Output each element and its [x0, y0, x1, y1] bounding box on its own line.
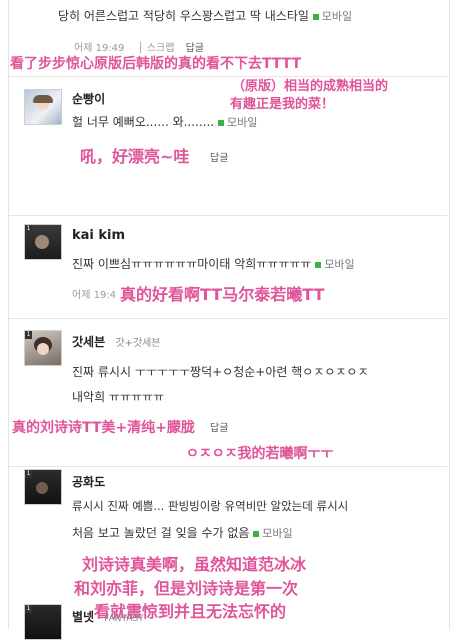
- commenter-name[interactable]: 갓세븐 갓+갓세븐: [72, 333, 161, 350]
- overlay-caption: （原版）相当的成熟相当的: [232, 79, 389, 94]
- avatar[interactable]: 1: [24, 330, 62, 366]
- overlay-caption: 真的好看啊TT马尔泰若曦TT: [120, 285, 325, 304]
- overlay-caption: 看了步步惊心原版后韩版的真的看不下去TTTT: [10, 56, 302, 72]
- avatar-badge: 1: [25, 225, 32, 233]
- avatar[interactable]: 1: [24, 604, 62, 640]
- commenter-name[interactable]: kai kim: [72, 228, 125, 243]
- avatar[interactable]: 1: [24, 469, 62, 505]
- comment-text: 헐 너무 예뻐오...... 와........ 모바일: [72, 115, 258, 129]
- overlay-caption: ㅇㅈㅇㅈ我的若曦啊ㅜㅜ: [186, 446, 334, 462]
- mobile-square-icon: [253, 531, 260, 537]
- avatar[interactable]: 1: [24, 224, 62, 260]
- avatar-badge: 1: [25, 331, 32, 339]
- mobile-badge: 모바일: [253, 527, 293, 540]
- mobile-badge: 모바일: [312, 10, 352, 23]
- divider: [9, 466, 447, 467]
- commenter-name[interactable]: 별넷 FANTASY: [72, 608, 144, 625]
- comment-text: 내악희 ㅠㅠㅠㅠㅠ: [72, 390, 165, 404]
- avatar-badge: 1: [25, 470, 32, 478]
- comment-date: 어제 19:4: [72, 290, 117, 301]
- comment-text: 처음 보고 놀랐던 걸 잊을 수가 없음 모바일: [72, 526, 293, 540]
- mobile-square-icon: [312, 14, 319, 20]
- comment-text: 진짜 이쁘심ㅠㅠㅠㅠㅠㅠ마이태 악희ㅠㅠㅠㅠㅠ 모바일: [72, 257, 355, 271]
- comment-text: 류시시 진짜 예쁨... 판빙빙이랑 유역비만 알았는데 류시시: [72, 499, 349, 513]
- overlay-caption: 有趣正是我的菜！: [230, 97, 335, 112]
- reply-link[interactable]: 답글: [210, 149, 228, 164]
- avatar[interactable]: [24, 89, 62, 125]
- commenter-subname: FANTASY: [104, 614, 144, 624]
- comment-text: 진짜 류시시 ㅜㅜㅜㅜㅜ짱덕+ㅇ청순+아련 핵ㅇㅈㅇㅈㅇㅈ: [72, 365, 369, 379]
- overlay-caption: 吼，好漂亮~哇: [80, 147, 190, 166]
- divider: [9, 215, 447, 216]
- divider: [9, 76, 447, 77]
- mobile-square-icon: [217, 120, 224, 126]
- avatar-badge: 1: [25, 605, 32, 613]
- mobile-square-icon: [315, 262, 322, 268]
- overlay-caption: 和刘亦菲，但是刘诗诗是第一次: [74, 579, 299, 598]
- overlay-caption: 真的刘诗诗TT美+清纯+朦胧: [12, 420, 195, 436]
- divider: [9, 318, 447, 319]
- reply-link[interactable]: 답글: [210, 419, 228, 434]
- commenter-subname: 갓+갓세븐: [115, 338, 161, 349]
- mobile-badge: 모바일: [315, 258, 355, 271]
- mobile-badge: 모바일: [217, 116, 257, 129]
- overlay-caption: 刘诗诗真美啊，虽然知道范冰冰: [82, 555, 307, 574]
- commenter-name[interactable]: 순빵이: [72, 90, 105, 107]
- commenter-name[interactable]: 공화도: [72, 473, 105, 490]
- comment-text: 당히 어른스럽고 적당히 우스꽝스럽고 딱 내스타일 모바일: [58, 9, 353, 23]
- comment-meta: 어제 19:49 │ 스크랩 답글: [74, 39, 204, 54]
